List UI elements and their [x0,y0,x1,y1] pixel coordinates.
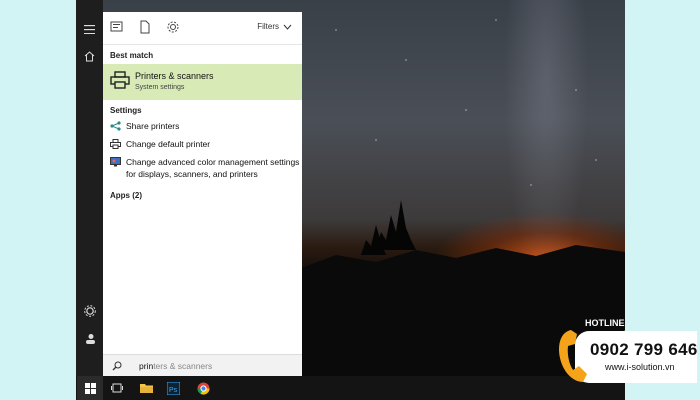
best-match-subtitle: System settings [135,84,185,91]
folder-icon [139,384,153,393]
filters-dropdown[interactable]: Filters [257,22,292,31]
settings-heading: Settings [110,106,142,115]
gear-icon [83,305,96,317]
photoshop-icon: Ps [166,381,180,395]
apps-heading[interactable]: Apps (2) [103,183,302,202]
color-management-icon [110,157,121,167]
user-icon [85,334,95,344]
search-typed-text: prin [139,361,154,371]
settings-scope-icon[interactable] [166,20,180,34]
taskbar: Ps [76,376,625,400]
start-button[interactable] [77,376,103,400]
hotline-number: 0902 799 646 [590,340,698,359]
share-printers-label: Share printers [126,121,180,131]
printer-icon [110,71,130,89]
settings-button[interactable] [76,298,103,324]
share-icon [110,121,121,131]
file-explorer-button[interactable] [133,376,159,400]
change-default-printer-item[interactable]: Change default printer [103,135,302,153]
home-icon [84,50,95,61]
search-suggestion: ters & scanners [153,361,213,371]
filters-label: Filters [257,22,279,31]
share-printers-item[interactable]: Share printers [103,117,302,135]
hotline-website: www.i-solution.vn [605,362,675,372]
home-button[interactable] [76,43,103,69]
user-button[interactable] [76,326,103,352]
best-match-heading: Best match [110,51,154,60]
task-view-icon [111,383,123,393]
best-match-title: Printers & scanners [135,71,214,81]
color-management-item[interactable]: Change advanced color management setting… [103,153,302,183]
chevron-down-icon [283,24,292,30]
best-match-item[interactable]: Printers & scanners System settings [103,64,302,100]
chrome-icon [197,382,209,395]
search-icon [112,361,122,371]
documents-scope-icon[interactable] [138,20,152,34]
printer-icon [110,139,121,149]
change-default-printer-label: Change default printer [126,139,211,149]
phone-icon [559,330,587,382]
search-scope-bar: Filters [103,12,302,45]
start-left-rail [76,0,103,376]
apps-scope-icon[interactable] [110,20,124,34]
windows-logo-icon [84,382,96,394]
task-view-button[interactable] [104,376,130,400]
search-box[interactable]: printers & scanners [103,354,302,377]
color-management-label: Change advanced color management setting… [126,157,300,179]
search-results-panel: Filters Best match Printers & scanners S… [103,12,302,376]
photoshop-button[interactable]: Ps [160,376,186,400]
svg-text:Ps: Ps [169,387,178,394]
search-input[interactable]: printers & scanners [139,361,212,371]
chrome-button[interactable] [190,376,216,400]
hamburger-menu-button[interactable] [76,16,103,42]
hamburger-icon [84,24,95,34]
